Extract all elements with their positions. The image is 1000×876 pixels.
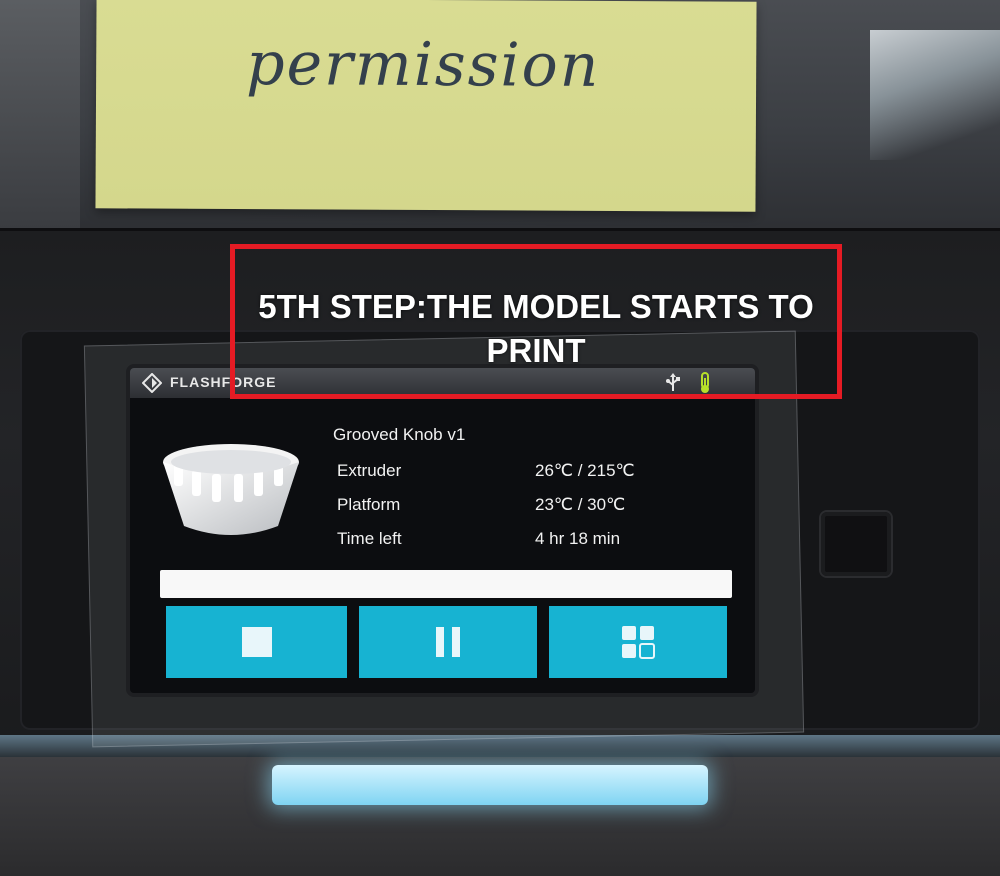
annotation-text: 5TH STEP:THE MODEL STARTS TO PRINT xyxy=(258,288,814,369)
printer-side-button[interactable] xyxy=(821,512,891,576)
info-label: Platform xyxy=(337,495,401,514)
sticky-note: permission xyxy=(95,0,757,212)
background-light xyxy=(870,30,1000,160)
info-row-platform: Platform 23℃ / 30℃ xyxy=(130,495,755,523)
touch-screen: FLASHFORGE Grooved Knob v1 Extruder 26℃ … xyxy=(130,368,755,693)
stop-button[interactable] xyxy=(166,606,347,678)
model-thumbnail xyxy=(163,444,299,535)
info-label: Time left xyxy=(337,529,402,548)
info-value: 23℃ / 30℃ xyxy=(535,495,626,514)
info-row-time-left: Time left 4 hr 18 min xyxy=(130,529,755,557)
sticky-note-text: permission xyxy=(246,29,601,101)
pause-button[interactable] xyxy=(359,606,537,678)
print-progress-fill xyxy=(160,570,732,598)
annotation-box: 5TH STEP:THE MODEL STARTS TO PRINT xyxy=(230,244,842,399)
flashforge-logo-icon xyxy=(142,373,162,393)
print-progress-bar xyxy=(160,570,732,598)
menu-grid-icon xyxy=(622,626,655,659)
printer-light-bar xyxy=(272,765,708,805)
background-left xyxy=(0,0,80,230)
info-value: 26℃ / 215℃ xyxy=(535,461,635,480)
menu-button[interactable] xyxy=(549,606,727,678)
info-value: 4 hr 18 min xyxy=(535,529,621,548)
stop-icon xyxy=(241,627,272,657)
info-label: Extruder xyxy=(337,461,402,480)
model-name: Grooved Knob v1 xyxy=(333,425,466,444)
info-row-extruder: Extruder 26℃ / 215℃ xyxy=(130,461,755,489)
pause-icon xyxy=(436,627,460,657)
